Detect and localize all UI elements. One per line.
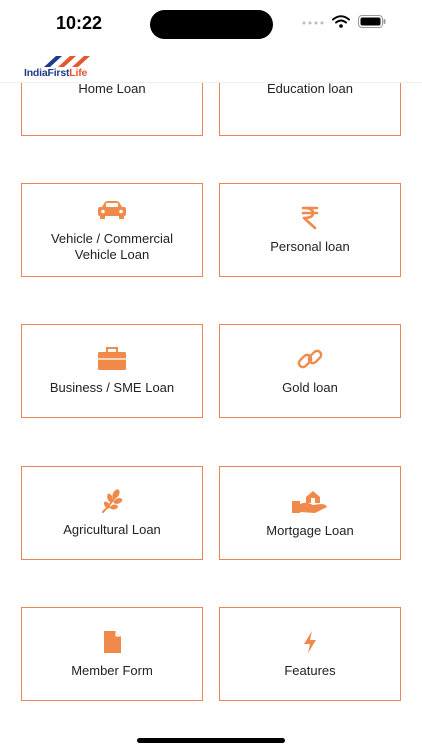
card-label: Agricultural Loan: [63, 522, 161, 537]
logo-text-main: IndiaFirst: [24, 67, 70, 79]
status-icons: [302, 15, 386, 33]
screen: Home Loan Education loan Vehicle / Comme…: [0, 0, 422, 750]
car-icon: [96, 197, 128, 223]
plant-icon: [96, 488, 128, 514]
card-label: Mortgage Loan: [266, 523, 354, 538]
loan-grid: Home Loan Education loan Vehicle / Comme…: [0, 0, 422, 750]
card-member-form[interactable]: Member Form: [21, 607, 203, 701]
card-label: Personal loan: [270, 239, 350, 254]
logo[interactable]: IndiaFirstLife: [24, 54, 104, 80]
card-gold-loan[interactable]: Gold loan: [219, 324, 401, 418]
card-mortgage-loan[interactable]: Mortgage Loan: [219, 466, 401, 560]
status-time: 10:22: [56, 13, 103, 33]
home-indicator[interactable]: [137, 738, 285, 743]
wifi-icon: [332, 15, 350, 33]
card-vehicle-loan[interactable]: Vehicle / Commercial Vehicle Loan: [21, 183, 203, 277]
document-icon: [96, 629, 128, 655]
link-icon: [294, 346, 326, 372]
logo-mark-icon: [44, 56, 90, 67]
card-label: Home Loan: [78, 81, 146, 96]
hand-house-icon: [291, 487, 329, 515]
card-label: Business / SME Loan: [49, 380, 175, 395]
app-header: IndiaFirstLife: [0, 50, 422, 83]
card-label: Features: [284, 663, 336, 678]
rupee-icon: [294, 205, 326, 231]
status-bar: 10:22: [0, 0, 422, 50]
logo-text: IndiaFirstLife: [24, 67, 87, 79]
briefcase-icon: [96, 346, 128, 372]
card-label: Education loan: [266, 81, 353, 96]
card-agricultural-loan[interactable]: Agricultural Loan: [21, 466, 203, 560]
card-features[interactable]: Features: [219, 607, 401, 701]
card-label: Member Form: [71, 663, 153, 678]
dynamic-island: [150, 10, 273, 39]
card-label: Vehicle / Commercial Vehicle Loan: [50, 231, 174, 262]
battery-icon: [358, 15, 386, 33]
card-business-loan[interactable]: Business / SME Loan: [21, 324, 203, 418]
card-label: Gold loan: [282, 380, 338, 395]
logo-text-accent: Life: [69, 67, 88, 79]
signal-icon: [302, 15, 324, 33]
card-personal-loan[interactable]: Personal loan: [219, 183, 401, 277]
bolt-icon: [294, 629, 326, 655]
